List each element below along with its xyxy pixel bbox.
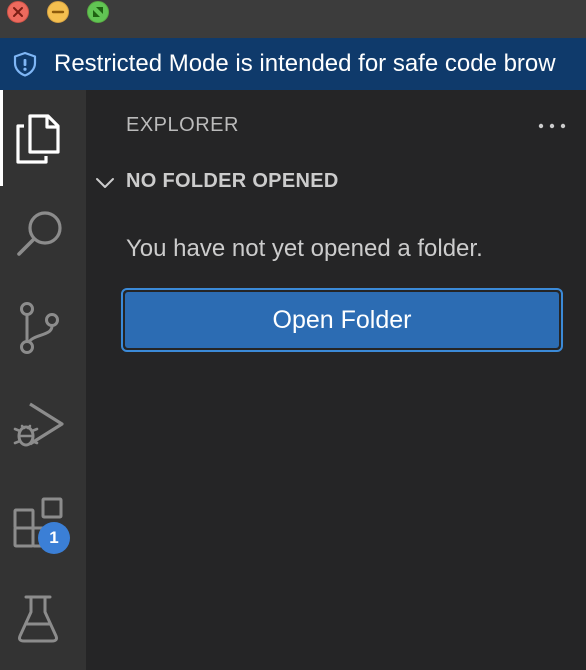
close-window-button[interactable] — [7, 1, 29, 23]
restricted-mode-banner[interactable]: Restricted Mode is intended for safe cod… — [0, 38, 586, 90]
banner-text: Restricted Mode is intended for safe cod… — [54, 50, 556, 77]
beaker-icon — [18, 595, 58, 643]
activity-bar: 1 — [0, 90, 86, 670]
section-title: NO FOLDER OPENED — [126, 170, 339, 192]
active-indicator — [0, 90, 3, 186]
explorer-sidebar: EXPLORER NO FOLDER OPENED You have not y… — [86, 90, 586, 670]
ellipsis-icon[interactable] — [536, 116, 568, 136]
activity-testing[interactable] — [0, 570, 86, 666]
source-control-icon — [20, 302, 59, 354]
no-folder-section-header[interactable]: NO FOLDER OPENED — [86, 168, 586, 198]
title-bar — [0, 0, 586, 38]
close-icon — [13, 7, 23, 17]
run-debug-icon — [13, 402, 64, 447]
open-folder-label: Open Folder — [125, 292, 559, 348]
open-folder-button[interactable]: Open Folder — [121, 288, 563, 352]
no-folder-message: You have not yet opened a folder. — [126, 235, 483, 262]
minimize-icon — [51, 10, 65, 14]
files-icon — [16, 114, 60, 164]
maximize-icon — [93, 7, 103, 17]
activity-search[interactable] — [0, 186, 86, 282]
maximize-window-button[interactable] — [87, 1, 109, 23]
chevron-down-icon — [96, 178, 114, 188]
extensions-badge: 1 — [38, 522, 70, 554]
sidebar-title: EXPLORER — [126, 114, 239, 136]
activity-run-debug[interactable] — [0, 378, 86, 474]
minimize-window-button[interactable] — [47, 1, 69, 23]
activity-extensions[interactable] — [0, 474, 86, 570]
search-icon — [17, 211, 62, 256]
shield-icon — [13, 51, 37, 77]
activity-explorer[interactable] — [0, 90, 86, 186]
activity-source-control[interactable] — [0, 282, 86, 378]
